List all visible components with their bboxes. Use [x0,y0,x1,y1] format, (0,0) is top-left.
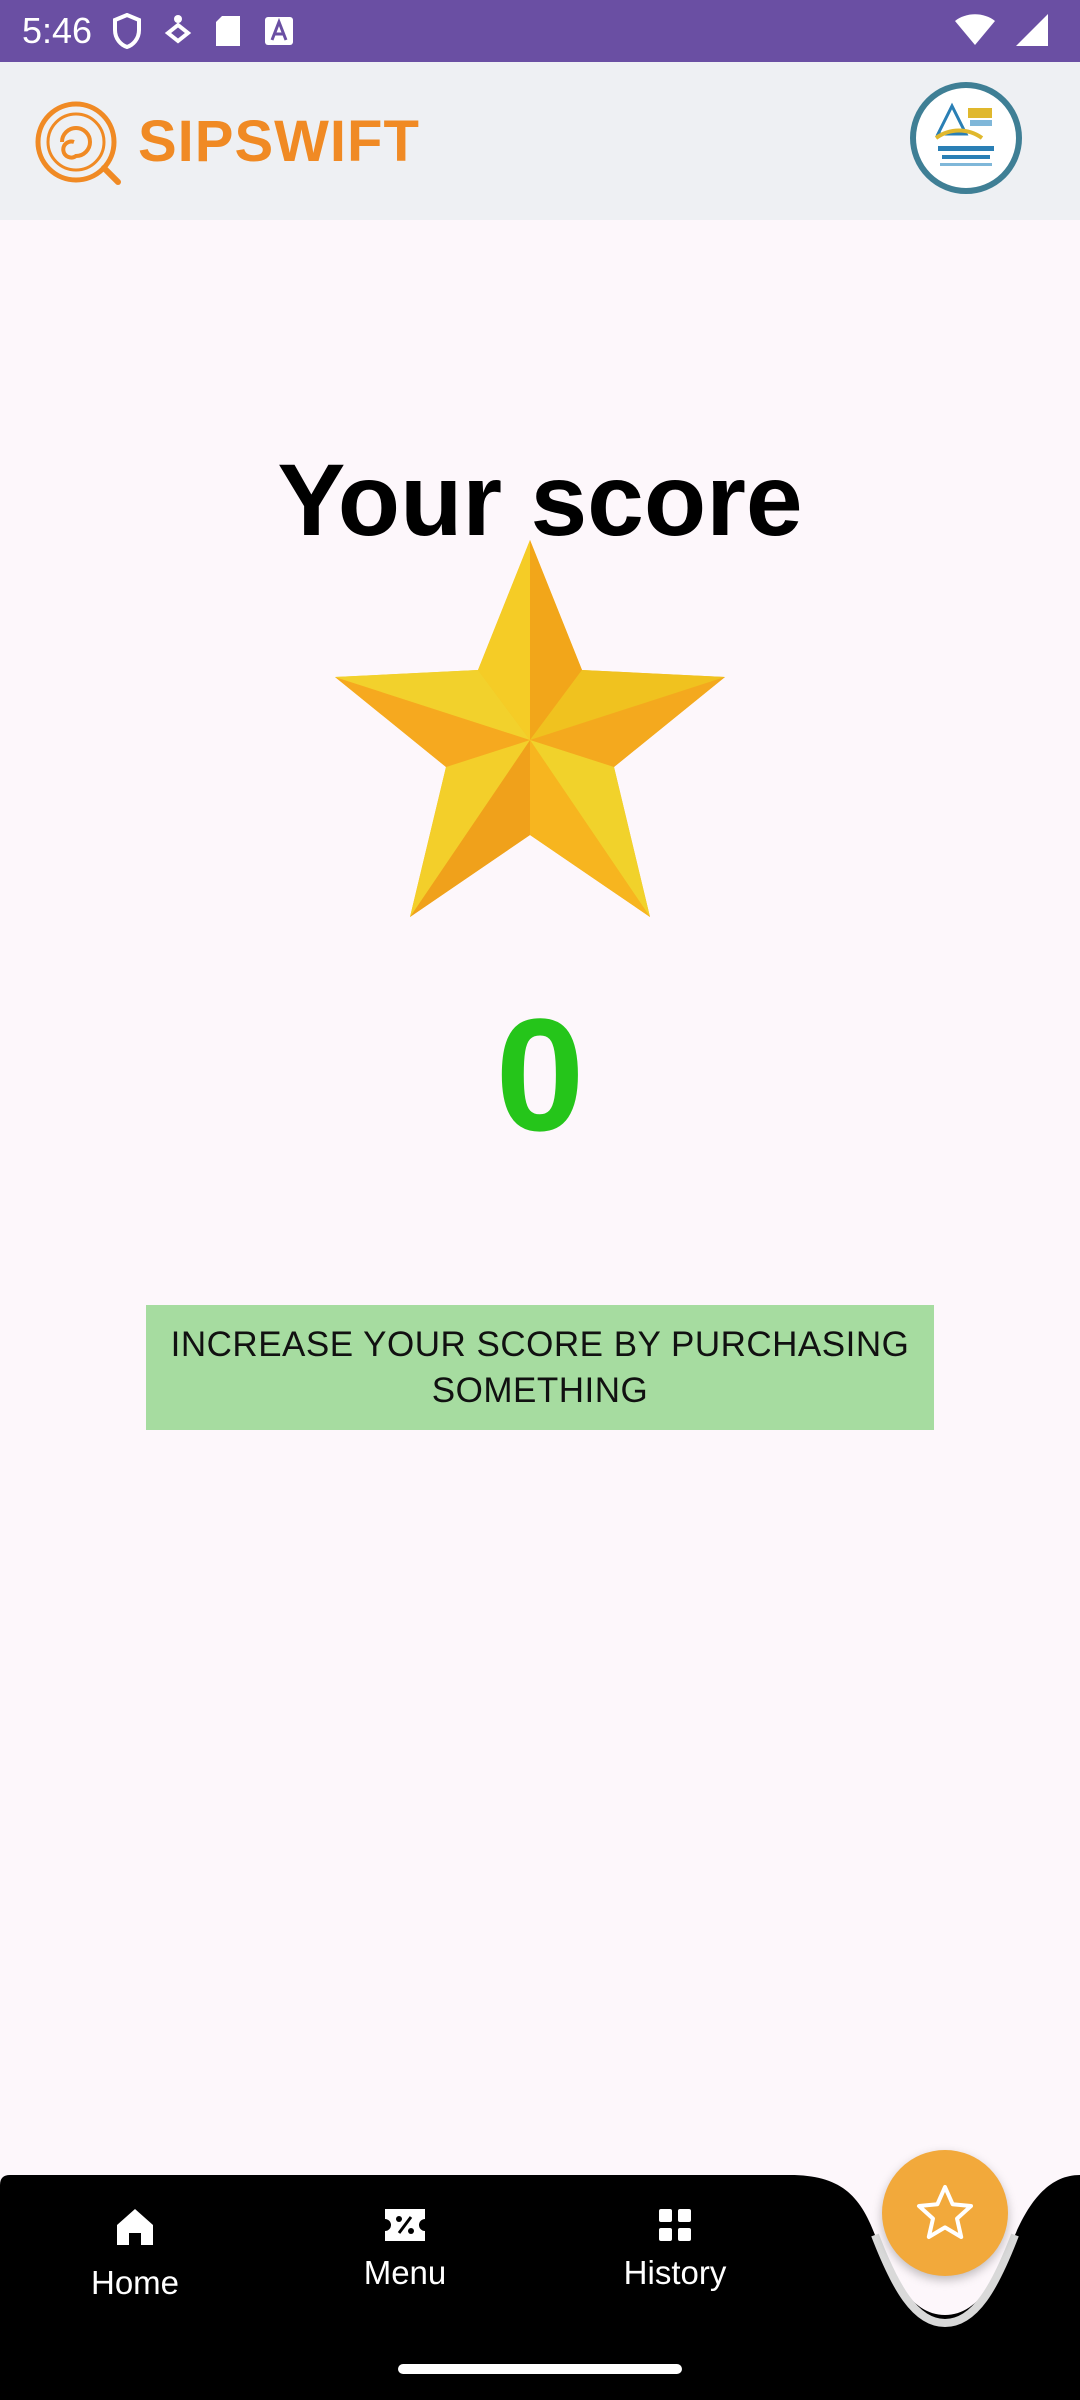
status-notification-icons [112,12,294,50]
shield-icon [113,13,141,49]
grid-icon [659,2209,691,2241]
status-time: 5:46 [22,10,93,51]
score-value: 0 [495,985,585,1164]
wifi-icon [955,14,995,45]
partner-logo-icon [922,94,1010,182]
nav-label-home: Home [90,2264,180,2301]
star-icon [335,540,725,917]
status-bar: 5:46 [0,0,1080,62]
nav-label-history: History [623,2254,727,2291]
gesture-home-indicator[interactable] [398,2364,682,2374]
sd-card-icon [216,16,240,46]
nav-item-history[interactable]: History [575,2205,775,2293]
home-icon [117,2209,153,2245]
nav-item-home[interactable]: Home [35,2205,235,2303]
purchase-prompt-text: INCREASE YOUR SCORE BY PURCHASING SOMETH… [170,1324,910,1410]
partner-logo-badge[interactable] [910,82,1022,194]
sipswift-logo-icon [35,101,121,185]
signal-icon [1016,14,1048,46]
purchase-prompt-banner: INCREASE YOUR SCORE BY PURCHASING SOMETH… [146,1305,934,1430]
text-a-icon [265,17,293,45]
score-fab-button[interactable] [882,2150,1008,2276]
ticket-icon [385,2209,425,2241]
app-header: SIPSWIFT [0,62,1080,220]
status-system-icons [954,12,1050,48]
star-outline-icon [917,2185,973,2239]
nav-label-menu: Menu [363,2254,447,2291]
accessibility-icon [164,15,192,44]
app-logo-text: SIPSWIFT [138,109,420,174]
nav-item-menu[interactable]: Menu [305,2205,505,2293]
